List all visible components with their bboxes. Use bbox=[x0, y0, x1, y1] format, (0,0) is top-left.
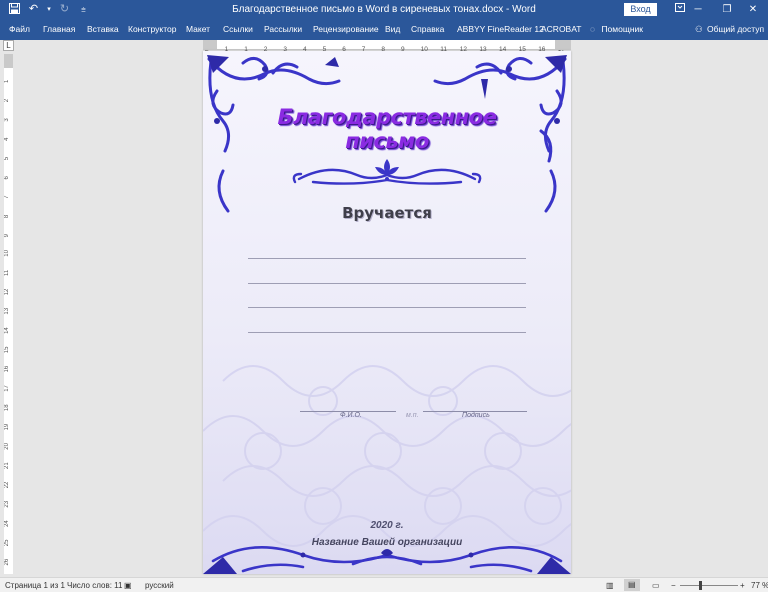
ribbon-tabs: Файл Главная Вставка Конструктор Макет С… bbox=[0, 19, 768, 40]
share-button[interactable]: ⚇ Общий доступ bbox=[695, 24, 764, 35]
tab-layout[interactable]: Макет bbox=[186, 24, 210, 34]
zoom-slider-thumb[interactable] bbox=[699, 581, 702, 590]
ruler-number: 2 bbox=[4, 98, 10, 102]
lightbulb-icon: ◌ bbox=[590, 24, 596, 34]
save-icon[interactable] bbox=[8, 3, 21, 16]
ruler-number: 3 bbox=[4, 118, 10, 122]
signature-label: Подпись bbox=[462, 412, 490, 419]
tell-me-button[interactable]: ◌ Помощник bbox=[590, 24, 643, 34]
ruler-number: 26 bbox=[4, 558, 10, 565]
tab-design[interactable]: Конструктор bbox=[128, 24, 176, 34]
web-layout-icon[interactable]: ▭ bbox=[652, 581, 660, 590]
ruler-number: 12 bbox=[4, 288, 10, 295]
ruler-number: 13 bbox=[4, 307, 10, 314]
ruler-top-margin bbox=[4, 54, 13, 68]
print-layout-icon[interactable]: ▤ bbox=[624, 579, 640, 591]
chevron-down-icon[interactable]: ▾ bbox=[46, 3, 52, 16]
tab-home[interactable]: Главная bbox=[43, 24, 75, 34]
share-label: Общий доступ bbox=[707, 24, 765, 34]
ruler-number: 16 bbox=[4, 365, 10, 372]
letter-heading[interactable]: Благодарственное письмо bbox=[233, 105, 541, 153]
tab-selector-button[interactable]: L bbox=[3, 40, 14, 51]
ruler-number: 11 bbox=[4, 269, 10, 276]
ruler-number: 20 bbox=[4, 442, 10, 449]
awarded-text[interactable]: Вручается bbox=[203, 204, 571, 222]
ruler-number: 4 bbox=[4, 137, 10, 141]
word-count[interactable]: Число слов: 11 bbox=[67, 581, 122, 590]
zoom-in-button[interactable]: + bbox=[740, 581, 745, 590]
proofing-icon[interactable]: ▣ bbox=[124, 581, 132, 590]
ruler-number: 19 bbox=[4, 423, 10, 430]
ruler-number: 17 bbox=[4, 384, 10, 391]
ruler-number: 18 bbox=[4, 404, 10, 411]
tab-view[interactable]: Вид bbox=[385, 24, 400, 34]
ruler-number: 7 bbox=[4, 195, 10, 199]
tab-help[interactable]: Справка bbox=[411, 24, 444, 34]
ruler-number: 1 bbox=[4, 79, 10, 83]
ruler-number: 15 bbox=[4, 346, 10, 353]
tab-review[interactable]: Рецензирование bbox=[313, 24, 379, 34]
tab-mailings[interactable]: Рассылки bbox=[264, 24, 302, 34]
person-icon: ⚇ bbox=[695, 24, 703, 34]
redo-icon[interactable]: ↻ bbox=[58, 3, 71, 16]
fill-line-1[interactable] bbox=[248, 258, 526, 259]
ruler-number: 22 bbox=[4, 481, 10, 488]
ruler-number: 5 bbox=[4, 156, 10, 160]
login-button[interactable]: Вход bbox=[624, 3, 657, 16]
document-page[interactable]: Благодарственное письмо Вручается Ф.И.О.… bbox=[203, 51, 571, 574]
ruler-right-margin bbox=[555, 40, 571, 50]
stamp-label: м.п. bbox=[406, 412, 419, 419]
zoom-slider[interactable] bbox=[680, 585, 738, 586]
close-icon[interactable]: ✕ bbox=[738, 0, 768, 19]
customize-qat-icon[interactable]: ⩧ bbox=[77, 3, 90, 16]
ruler-number: 14 bbox=[4, 327, 10, 334]
organization-name[interactable]: Название Вашей организации bbox=[203, 537, 571, 548]
ruler-left-margin bbox=[203, 40, 217, 50]
year-text[interactable]: 2020 г. bbox=[203, 520, 571, 531]
tab-references[interactable]: Ссылки bbox=[223, 24, 253, 34]
tab-file[interactable]: Файл bbox=[9, 24, 30, 34]
tab-acrobat[interactable]: ACROBAT bbox=[541, 24, 581, 34]
language-indicator[interactable]: русский bbox=[145, 581, 174, 590]
ruler-number: 24 bbox=[4, 520, 10, 527]
zoom-out-button[interactable]: − bbox=[671, 581, 676, 590]
ruler-scale-vertical: 1234567891011121314151617181920212223242… bbox=[4, 79, 10, 566]
undo-icon[interactable]: ↶ bbox=[27, 3, 40, 16]
ruler-number: 6 bbox=[4, 176, 10, 180]
minimize-icon[interactable]: ─ bbox=[683, 0, 713, 19]
ruler-number: 25 bbox=[4, 539, 10, 546]
title-bar: ↶ ▾ ↻ ⩧ Благодарственное письмо в Word в… bbox=[0, 0, 768, 19]
tab-insert[interactable]: Вставка bbox=[87, 24, 119, 34]
tab-abbyy[interactable]: ABBYY FineReader 12 bbox=[457, 24, 544, 34]
tell-me-label: Помощник bbox=[601, 24, 643, 34]
zoom-level[interactable]: 77 % bbox=[751, 581, 768, 590]
fill-line-4[interactable] bbox=[248, 332, 526, 333]
horizontal-ruler[interactable]: 21123456789101112131415161718 bbox=[203, 40, 585, 53]
fill-line-2[interactable] bbox=[248, 283, 526, 284]
ruler-number: 8 bbox=[4, 214, 10, 218]
page-count[interactable]: Страница 1 из 1 bbox=[5, 581, 65, 590]
ruler-number: 23 bbox=[4, 500, 10, 507]
quick-access-toolbar: ↶ ▾ ↻ ⩧ bbox=[0, 3, 120, 16]
ruler-number: 21 bbox=[4, 462, 10, 469]
fill-line-3[interactable] bbox=[248, 307, 526, 308]
ruler-number: 10 bbox=[4, 249, 10, 256]
read-mode-icon[interactable]: ▥ bbox=[606, 581, 614, 590]
vertical-ruler[interactable]: 1 2 3 4 5 6 7 8 9 10 11 12 13 14 15 16 17 18 19 20 21 22 23 24 2… bbox=[4, 54, 13, 574]
status-bar: Страница 1 из 1 Число слов: 11 ▣ русский… bbox=[0, 577, 768, 592]
ruler-number: 9 bbox=[4, 233, 10, 237]
fio-label: Ф.И.О. bbox=[340, 412, 362, 419]
